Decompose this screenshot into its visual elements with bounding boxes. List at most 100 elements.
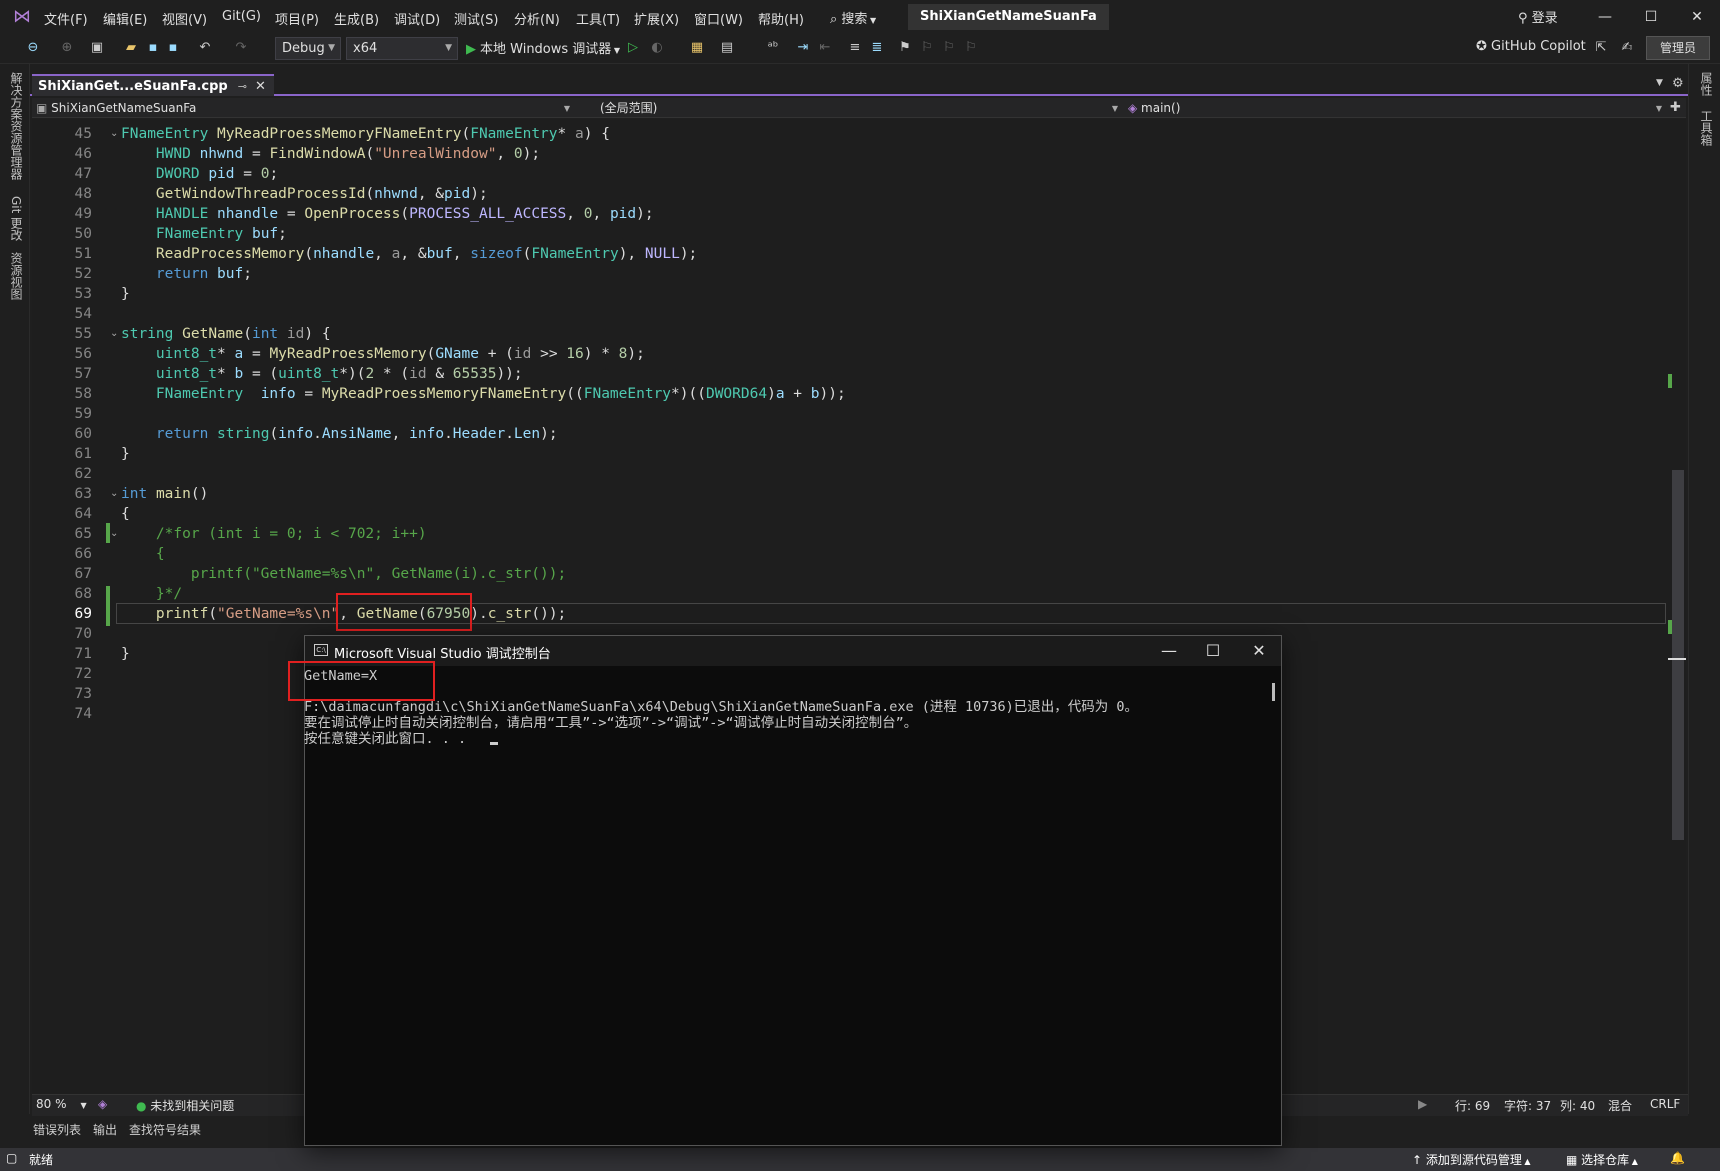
- bookmark-icon[interactable]: ⚑: [896, 39, 914, 57]
- scope-dropdown[interactable]: (全局范围) ▼: [590, 100, 1124, 117]
- start-debugging-button[interactable]: ▶ 本地 Windows 调试器 ▼: [466, 38, 620, 57]
- notifications-bell-icon[interactable]: 🔔: [1670, 1151, 1685, 1165]
- line-ending[interactable]: CRLF: [1650, 1097, 1680, 1111]
- add-to-source-control-button[interactable]: ↑ 添加到源代码管理 ▲: [1412, 1151, 1531, 1168]
- clear-bookmarks-icon[interactable]: ⚐: [962, 39, 980, 57]
- code-line-46[interactable]: HWND nhwnd = FindWindowA("UnrealWindow",…: [121, 144, 540, 164]
- folder-view-icon[interactable]: ▦: [688, 39, 706, 57]
- menu-view[interactable]: 视图(V): [162, 9, 207, 28]
- menu-file[interactable]: 文件(F): [44, 9, 88, 28]
- feedback-icon[interactable]: ✍: [1618, 39, 1636, 57]
- fold-chevron-icon[interactable]: ⌄: [110, 484, 118, 504]
- indent-icon[interactable]: ≡: [846, 39, 864, 57]
- project-dropdown[interactable]: ▣ ShiXianGetNameSuanFa ▼: [36, 100, 576, 117]
- split-editor-icon[interactable]: ✚: [1670, 100, 1681, 115]
- fold-chevron-icon[interactable]: ⌄: [110, 124, 118, 144]
- toolbox-tab[interactable]: 工具箱: [1698, 110, 1715, 146]
- code-line-65[interactable]: /*for (int i = 0; i < 702; i++): [121, 524, 427, 544]
- menu-analyze[interactable]: 分析(N): [514, 9, 560, 28]
- tab-output[interactable]: 输出: [93, 1121, 117, 1138]
- menu-help[interactable]: 帮助(H): [758, 9, 804, 28]
- code-line-56[interactable]: uint8_t* a = MyReadProessMemory(GName + …: [121, 344, 645, 364]
- spell-check-icon[interactable]: ᵃᵇ: [764, 39, 782, 57]
- hot-reload-icon[interactable]: ◐: [648, 39, 666, 57]
- menu-tools[interactable]: 工具(T): [576, 9, 620, 28]
- console-scrollbar[interactable]: [1272, 683, 1275, 701]
- tab-list-dropdown-icon[interactable]: ▼: [1656, 78, 1663, 88]
- menu-debug[interactable]: 调试(D): [394, 9, 440, 28]
- column-indicator[interactable]: 列: 40: [1560, 1097, 1595, 1114]
- line-indicator[interactable]: 行: 69: [1455, 1097, 1490, 1114]
- login-button[interactable]: ⚲ 登录: [1518, 7, 1558, 26]
- menu-build[interactable]: 生成(B): [334, 9, 379, 28]
- code-line-45[interactable]: FNameEntry MyReadProessMemoryFNameEntry(…: [121, 124, 610, 144]
- code-line-63[interactable]: int main(): [121, 484, 208, 504]
- forward-icon[interactable]: ⊕: [58, 39, 76, 57]
- menu-git[interactable]: Git(G): [222, 9, 261, 24]
- git-changes-tab[interactable]: Git 更改: [8, 196, 25, 241]
- code-line-48[interactable]: GetWindowThreadProcessId(nhwnd, &pid);: [121, 184, 488, 204]
- code-line-50[interactable]: FNameEntry buf;: [121, 224, 287, 244]
- search-button[interactable]: ⌕ 搜索 ▼: [830, 8, 876, 27]
- menu-project[interactable]: 项目(P): [275, 9, 319, 28]
- close-tab-icon[interactable]: ✕: [255, 79, 266, 94]
- settings-gear-icon[interactable]: ⚙: [1672, 76, 1684, 91]
- menu-window[interactable]: 窗口(W): [694, 9, 743, 28]
- code-line-47[interactable]: DWORD pid = 0;: [121, 164, 278, 184]
- config-dropdown[interactable]: Debug ▼: [275, 37, 341, 60]
- redo-icon[interactable]: ↷: [232, 39, 250, 57]
- zoom-dropdown[interactable]: 80 % ▼: [36, 1097, 87, 1111]
- step-icon[interactable]: ⇥: [794, 39, 812, 57]
- code-line-67[interactable]: printf("GetName=%s\n", GetName(i).c_str(…: [121, 564, 566, 584]
- fold-chevron-icon[interactable]: ⌄: [110, 524, 118, 544]
- layout-icon[interactable]: ▤: [718, 39, 736, 57]
- member-dropdown[interactable]: ◈ main() ▼: [1128, 100, 1668, 117]
- solution-explorer-tab[interactable]: 解决方案资源管理器: [8, 72, 25, 180]
- save-all-icon[interactable]: ▪: [164, 39, 182, 57]
- minimize-icon[interactable]: —: [1582, 4, 1628, 30]
- intellicode-icon[interactable]: ◈: [98, 1097, 107, 1111]
- github-copilot-button[interactable]: ✪ GitHub Copilot: [1476, 39, 1586, 54]
- next-bookmark-icon[interactable]: ⚐: [940, 39, 958, 57]
- code-line-68[interactable]: }*/: [121, 584, 182, 604]
- platform-dropdown[interactable]: x64 ▼: [346, 37, 458, 60]
- start-without-debugging-icon[interactable]: ▷: [624, 39, 642, 57]
- menu-edit[interactable]: 编辑(E): [103, 9, 147, 28]
- code-line-55[interactable]: string GetName(int id) {: [121, 324, 331, 344]
- properties-tab[interactable]: 属性: [1698, 72, 1715, 96]
- step-over-icon[interactable]: ⇤: [816, 39, 834, 57]
- code-line-51[interactable]: ReadProcessMemory(nhandle, a, &buf, size…: [121, 244, 697, 264]
- undo-icon[interactable]: ↶: [196, 39, 214, 57]
- console-minimize-icon[interactable]: —: [1146, 636, 1192, 666]
- tab-error-list[interactable]: 错误列表: [33, 1121, 81, 1138]
- code-line-53[interactable]: }: [121, 284, 130, 304]
- console-maximize-icon[interactable]: ☐: [1190, 636, 1236, 666]
- fold-chevron-icon[interactable]: ⌄: [110, 324, 118, 344]
- code-line-71[interactable]: }: [121, 644, 130, 664]
- close-icon[interactable]: ✕: [1674, 4, 1720, 30]
- char-indicator[interactable]: 字符: 37: [1504, 1097, 1551, 1114]
- share-icon[interactable]: ⇱: [1592, 39, 1610, 57]
- save-icon[interactable]: ▪: [144, 39, 162, 57]
- code-line-49[interactable]: HANDLE nhandle = OpenProcess(PROCESS_ALL…: [121, 204, 654, 224]
- maximize-icon[interactable]: ☐: [1628, 4, 1674, 30]
- pin-icon[interactable]: ⊸: [238, 80, 247, 93]
- issues-indicator[interactable]: ● 未找到相关问题: [136, 1097, 234, 1114]
- indent-mode[interactable]: 混合: [1608, 1097, 1632, 1114]
- new-project-icon[interactable]: ▣: [88, 39, 106, 57]
- code-line-52[interactable]: return buf;: [121, 264, 252, 284]
- menu-test[interactable]: 测试(S): [454, 9, 498, 28]
- code-line-60[interactable]: return string(info.AnsiName, info.Header…: [121, 424, 558, 444]
- prev-bookmark-icon[interactable]: ⚐: [918, 39, 936, 57]
- resource-view-tab[interactable]: 资源视图: [8, 252, 25, 300]
- document-tab[interactable]: ShiXianGet...eSuanFa.cpp ⊸ ✕: [32, 74, 274, 96]
- code-line-58[interactable]: FNameEntry info = MyReadProessMemoryFNam…: [121, 384, 846, 404]
- code-line-64[interactable]: {: [121, 504, 130, 524]
- code-line-61[interactable]: }: [121, 444, 130, 464]
- select-repository-button[interactable]: ▦ 选择仓库 ▲: [1566, 1151, 1638, 1168]
- scroll-right-icon[interactable]: ▶: [1418, 1097, 1427, 1111]
- code-line-57[interactable]: uint8_t* b = (uint8_t*)(2 * (id & 65535)…: [121, 364, 523, 384]
- outdent-icon[interactable]: ≣: [868, 39, 886, 57]
- menu-extensions[interactable]: 扩展(X): [634, 9, 679, 28]
- open-folder-icon[interactable]: ▰: [122, 39, 140, 57]
